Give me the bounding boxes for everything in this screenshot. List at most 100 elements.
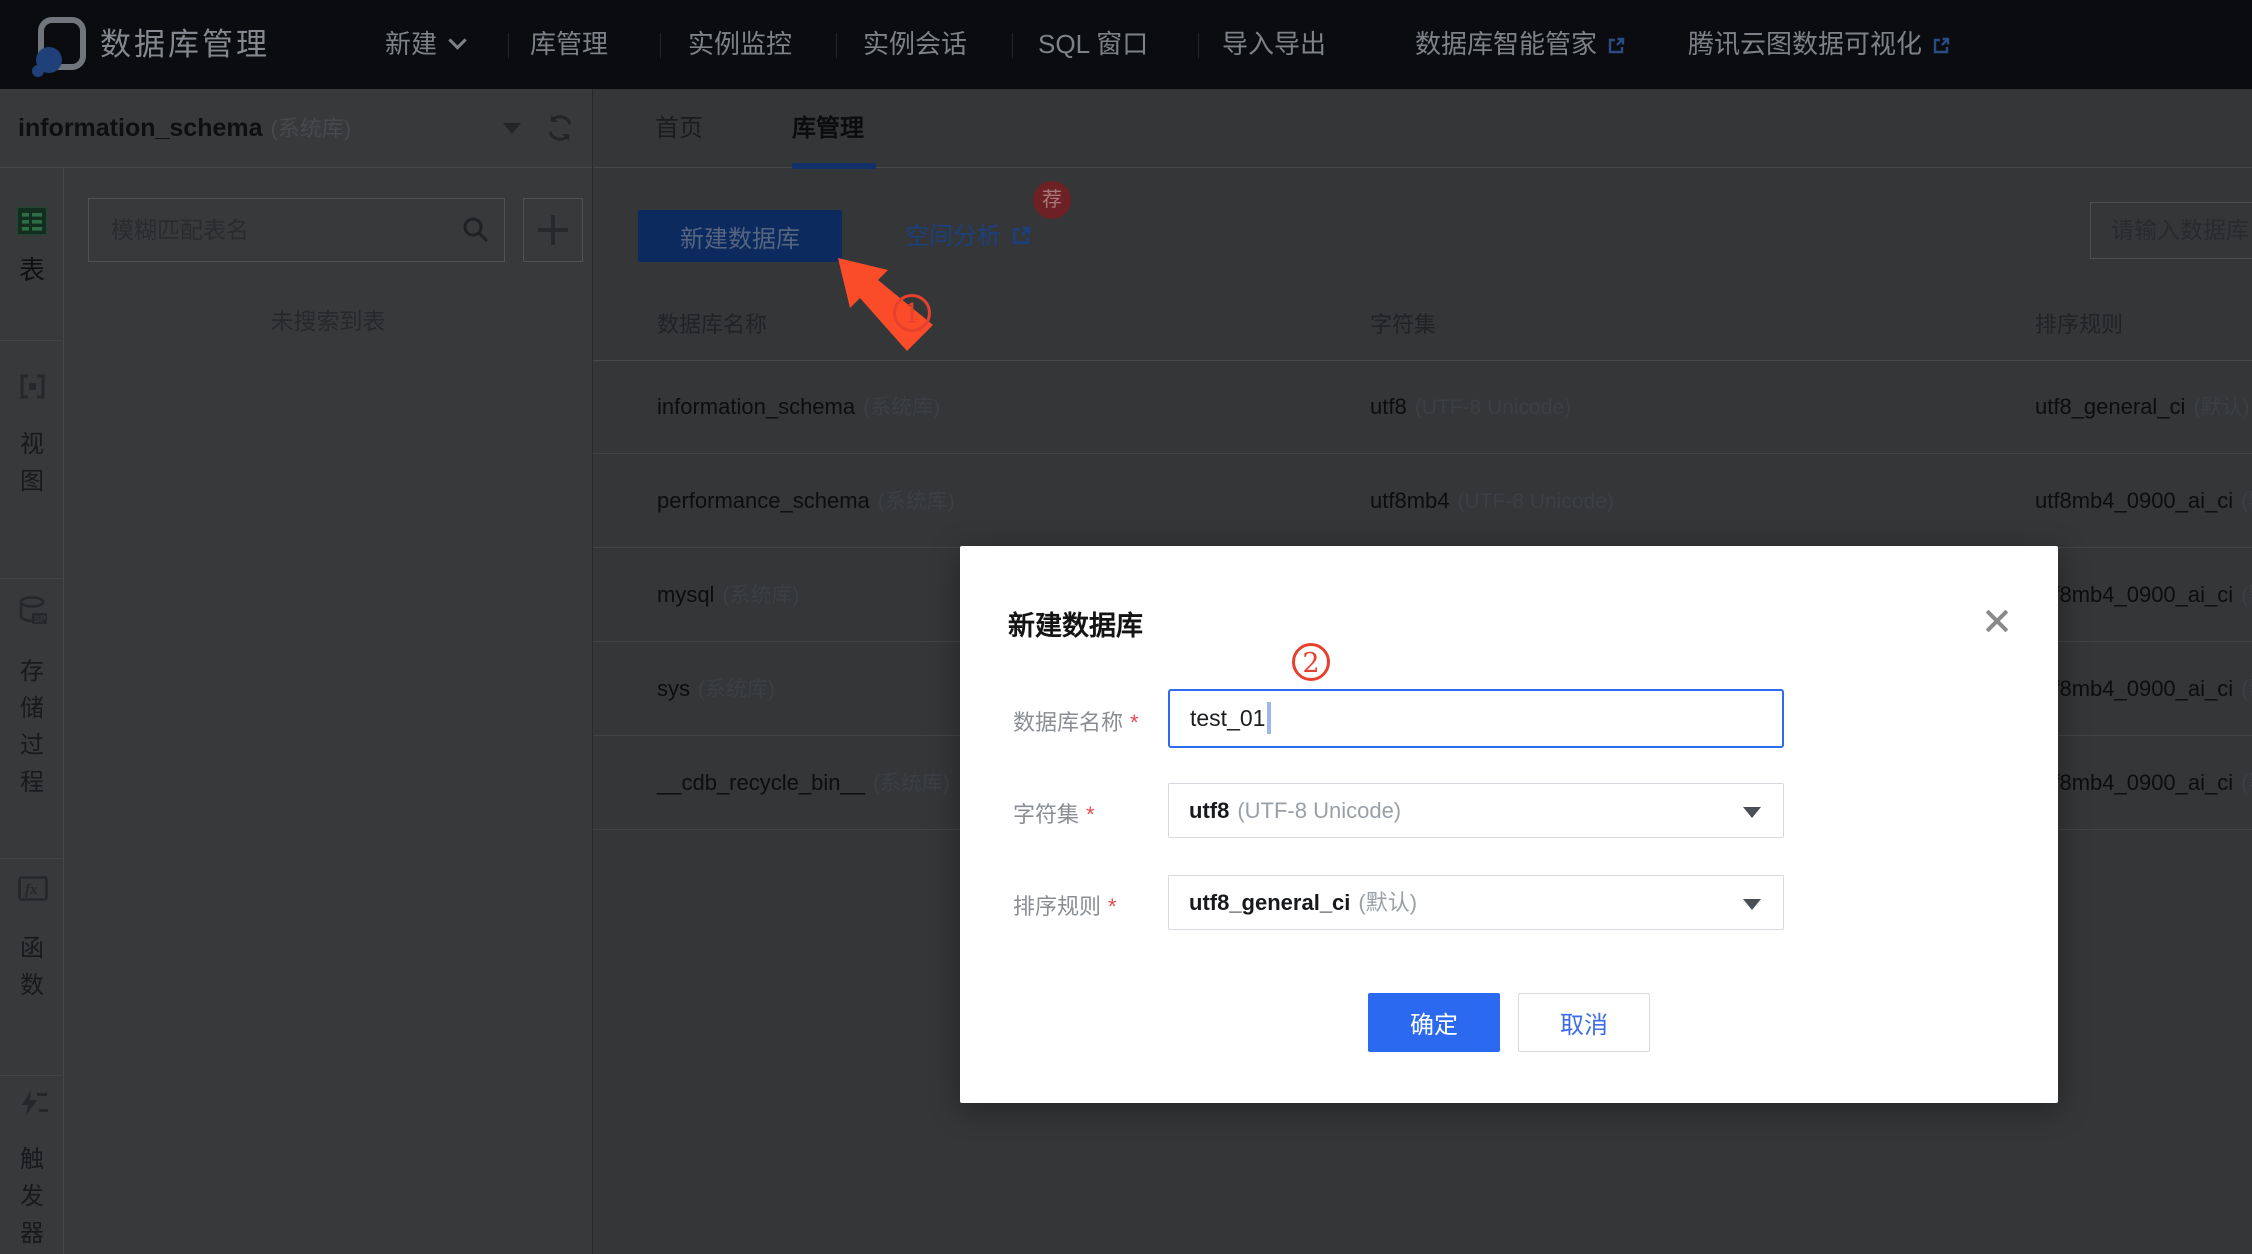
confirm-button[interactable]: 确定 <box>1368 993 1500 1052</box>
external-link-icon <box>1011 225 1031 253</box>
nav-item-dbbrain[interactable]: 数据库智能管家 <box>1415 0 1625 91</box>
db-note: (系统库) <box>872 772 950 795</box>
field-label-charset: 字符集 <box>1013 797 1095 829</box>
rail-item-functions[interactable]: 函数 <box>17 930 47 1004</box>
db-name-value: test_01 <box>1190 705 1266 731</box>
nav-item-import-export[interactable]: 导入导出 <box>1222 0 1326 89</box>
stored-procedure-icon[interactable]: SP <box>18 596 48 633</box>
collation-note: (默认) <box>1358 890 1418 915</box>
db-collation-note: (默认) <box>2193 396 2250 419</box>
rail-item-stored-procedures[interactable]: 存储过程 <box>17 653 47 801</box>
db-note: (系统库) <box>877 490 955 513</box>
nav-divider <box>1198 33 1199 58</box>
selected-database-note: (系统库) <box>270 116 352 141</box>
tab-bar: 首页 库管理 <box>593 89 2252 169</box>
database-selector[interactable]: information_schema (系统库) <box>0 89 592 168</box>
db-collation-note: (默认) <box>2241 490 2252 513</box>
views-icon[interactable] <box>19 373 46 405</box>
cancel-button[interactable]: 取消 <box>1518 993 1650 1052</box>
create-database-modal: 新建数据库 数据库名称 test_01 字符集 utf8 (UTF-8 Unico… <box>960 546 2058 1103</box>
text-cursor <box>1267 702 1272 734</box>
plus-icon <box>551 215 555 245</box>
nav-item-tcv[interactable]: 腾讯云图数据可视化 <box>1688 0 1950 91</box>
charset-select[interactable]: utf8 (UTF-8 Unicode) <box>1168 783 1784 838</box>
database-filter-input[interactable]: 请输入数据库 <box>2090 202 2252 259</box>
refresh-icon[interactable] <box>545 113 575 148</box>
db-charset: utf8 <box>1370 394 1407 419</box>
rail-item-triggers[interactable]: 触发器 <box>17 1141 47 1252</box>
table-search-placeholder: 模糊匹配表名 <box>111 217 249 243</box>
db-name: __cdb_recycle_bin__ <box>657 770 865 795</box>
nav-divider <box>660 33 661 58</box>
tab-db-management[interactable]: 库管理 <box>792 89 864 168</box>
nav-item-sql-window[interactable]: SQL 窗口 <box>1038 0 1148 89</box>
external-link-icon <box>1932 2 1950 91</box>
db-name: information_schema <box>657 394 856 419</box>
db-collation: utf8mb4_0900_ai_ci <box>2035 676 2234 701</box>
rail-item-tables[interactable]: 表 <box>17 252 47 289</box>
empty-tree-message: 未搜索到表 <box>270 308 386 334</box>
db-collation-note: (默认) <box>2241 678 2252 701</box>
db-name: sys <box>657 676 690 701</box>
modal-title: 新建数据库 <box>1008 611 1143 641</box>
field-label-collation: 排序规则 <box>1013 889 1117 921</box>
rail-separator <box>0 340 64 341</box>
database-filter-placeholder: 请输入数据库 <box>2111 217 2249 243</box>
column-header-name: 数据库名称 <box>657 312 768 337</box>
db-charset: utf8mb4 <box>1370 488 1450 513</box>
chevron-down-icon <box>448 31 467 50</box>
tab-home[interactable]: 首页 <box>655 89 703 168</box>
column-header-charset: 字符集 <box>1370 312 1437 337</box>
annotation-step-2: 2 <box>1292 643 1330 681</box>
collation-value: utf8_general_ci <box>1189 890 1351 915</box>
top-navbar: 数据库管理 新建 库管理 实例监控 实例会话 SQL 窗口 导入导出 数据库智能… <box>0 0 2252 89</box>
svg-text:fx: fx <box>25 882 38 898</box>
nav-item-create[interactable]: 新建 <box>385 0 467 89</box>
charset-value: utf8 <box>1189 798 1230 823</box>
add-table-button[interactable] <box>523 198 583 262</box>
function-icon[interactable]: fx <box>18 876 48 906</box>
db-name-input[interactable]: test_01 <box>1168 689 1784 748</box>
svg-text:SP: SP <box>34 614 46 624</box>
db-charset-note: (UTF-8 Unicode) <box>1457 490 1614 513</box>
db-note: (系统库) <box>863 396 941 419</box>
table-search-input[interactable]: 模糊匹配表名 <box>88 198 505 262</box>
recommend-badge: 荐 <box>1033 181 1071 219</box>
nav-item-db-management[interactable]: 库管理 <box>530 0 608 89</box>
nav-item-instance-monitor[interactable]: 实例监控 <box>688 0 792 89</box>
collation-select[interactable]: utf8_general_ci (默认) <box>1168 875 1784 930</box>
table-row[interactable]: performance_schema (系统库) utf8mb4 (UTF-8 Un… <box>593 454 2252 548</box>
dropdown-caret-icon[interactable] <box>503 123 521 134</box>
nav-divider <box>508 33 509 58</box>
db-collation-note: (默认) <box>2241 772 2252 795</box>
db-name: mysql <box>657 582 715 607</box>
app-logo-icon <box>32 17 86 77</box>
selected-database: information_schema (系统库) <box>18 114 352 142</box>
external-link-icon <box>1607 2 1625 91</box>
rail-separator <box>0 858 64 859</box>
tables-icon[interactable] <box>17 207 47 240</box>
left-sidebar: information_schema (系统库) 表 视图 SP 存储过程 fx… <box>0 89 593 1254</box>
object-type-rail: 表 视图 SP 存储过程 fx 函数 触发器 <box>0 168 64 1254</box>
db-note: (系统库) <box>722 584 800 607</box>
db-collation: utf8mb4_0900_ai_ci <box>2035 770 2234 795</box>
rail-separator <box>0 1075 64 1076</box>
charset-note: (UTF-8 Unicode) <box>1237 798 1402 823</box>
rail-separator <box>0 578 64 579</box>
nav-divider <box>836 33 837 58</box>
db-collation-note: (默认) <box>2241 584 2252 607</box>
app-title: 数据库管理 <box>100 27 270 62</box>
trigger-icon[interactable] <box>18 1089 48 1122</box>
db-collation: utf8_general_ci <box>2035 394 2186 419</box>
table-row[interactable]: information_schema (系统库) utf8 (UTF-8 Unico… <box>593 360 2252 454</box>
dropdown-caret-icon <box>1743 807 1761 818</box>
logo-blue-tail <box>32 65 44 77</box>
app-root: 数据库管理 新建 库管理 实例监控 实例会话 SQL 窗口 导入导出 数据库智能… <box>0 0 2252 1254</box>
rail-item-views[interactable]: 视图 <box>17 426 47 500</box>
close-icon[interactable] <box>1982 606 2012 636</box>
db-collation: utf8mb4_0900_ai_ci <box>2035 582 2234 607</box>
search-icon[interactable] <box>462 216 490 249</box>
db-note: (系统库) <box>698 678 775 701</box>
db-charset-note: (UTF-8 Unicode) <box>1414 396 1572 419</box>
nav-item-instance-session[interactable]: 实例会话 <box>863 0 967 89</box>
